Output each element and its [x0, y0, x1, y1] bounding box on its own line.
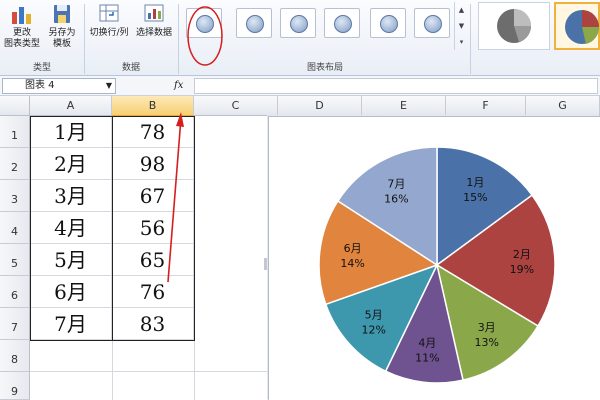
pie-chart: 1月 15% 2月 19% 3月 13% 4月 11% 5月 12% 6月 14% 7月 16%	[318, 146, 556, 384]
cell-value[interactable]: 83	[112, 308, 194, 340]
row-header[interactable]: 8	[0, 340, 30, 372]
select-data-label: 选择数据	[135, 28, 172, 38]
chart-layout-5[interactable]	[370, 8, 406, 38]
cell-month[interactable]: 2月	[30, 148, 112, 180]
layout-gallery-scroll[interactable]: ▲ ▼ ▾	[454, 2, 468, 50]
slice-category-label: 3月	[478, 321, 496, 334]
slice-category-label: 1月	[466, 176, 484, 189]
pie-style-color-icon	[565, 10, 600, 44]
slice-percent-label: 14%	[340, 257, 364, 270]
slice-category-label: 5月	[365, 309, 383, 322]
chart-type-icon	[9, 2, 35, 26]
name-box-value: 图表 4	[25, 80, 55, 91]
switch-row-column-icon	[96, 2, 122, 26]
ribbon-separator	[470, 4, 471, 74]
pie-chart-area[interactable]: 1月 15% 2月 19% 3月 13% 4月 11% 5月 12% 6月 14% 7月 16%	[268, 116, 600, 400]
column-header-e[interactable]: E	[362, 96, 446, 116]
pie-layout-icon	[380, 15, 398, 33]
cell-value[interactable]: 98	[112, 148, 194, 180]
row-header[interactable]: 4	[0, 212, 30, 244]
chart-layout-1[interactable]	[186, 8, 222, 38]
cell-month[interactable]: 3月	[30, 180, 112, 212]
row-header[interactable]: 2	[0, 148, 30, 180]
save-template-icon	[49, 2, 75, 26]
scroll-up-icon[interactable]: ▲	[455, 2, 468, 18]
column-header-g[interactable]: G	[526, 96, 600, 116]
ribbon-separator	[178, 4, 179, 74]
cell-month[interactable]: 1月	[30, 116, 112, 148]
change-chart-type-label-2: 图表类型	[3, 39, 40, 49]
pie-layout-icon	[196, 15, 214, 33]
group-label-data: 数据	[121, 63, 140, 73]
grid-line	[30, 371, 268, 372]
column-header-c[interactable]: C	[194, 96, 278, 116]
chart-layout-4[interactable]	[324, 8, 360, 38]
formula-input[interactable]	[194, 78, 598, 94]
switch-row-column-button[interactable]: 切换行/列	[86, 2, 132, 39]
cell-month[interactable]: 7月	[30, 308, 112, 340]
slice-category-label: 7月	[387, 177, 405, 190]
save-template-label-2: 模板	[52, 39, 71, 49]
row-header[interactable]: 7	[0, 308, 30, 340]
column-header-f[interactable]: F	[446, 96, 526, 116]
insert-function-icon[interactable]: fx	[174, 78, 183, 94]
slice-percent-label: 16%	[384, 192, 408, 205]
slice-percent-label: 15%	[463, 191, 487, 204]
table-divider	[112, 116, 113, 340]
gallery-more-icon[interactable]: ▾	[455, 34, 468, 50]
group-label-layout: 图表布局	[306, 63, 343, 73]
switch-row-column-label: 切换行/列	[89, 28, 129, 38]
change-chart-type-label-1: 更改	[12, 28, 31, 38]
save-template-label-1: 另存为	[48, 28, 76, 38]
cell-value[interactable]: 65	[112, 244, 194, 276]
chart-layout-2[interactable]	[236, 8, 272, 38]
chart-style-2[interactable]	[554, 2, 600, 50]
cell-value[interactable]: 76	[112, 276, 194, 308]
change-chart-type-button[interactable]: 更改 图表类型	[2, 2, 42, 50]
slice-category-label: 4月	[418, 336, 436, 349]
grid-line	[112, 340, 113, 400]
row-header[interactable]: 6	[0, 276, 30, 308]
column-header-b[interactable]: B	[112, 96, 194, 116]
group-label-type: 类型	[32, 63, 51, 73]
column-header-d[interactable]: D	[278, 96, 362, 116]
select-data-button[interactable]: 选择数据	[132, 2, 176, 39]
chart-layout-3[interactable]	[280, 8, 316, 38]
pie-layout-icon	[334, 15, 352, 33]
ribbon: 更改 图表类型 另存为 模板 类型 切换行/列 选择数据 数据 ▲ ▼ ▾ 图表…	[0, 0, 600, 76]
pie-layout-icon	[424, 15, 442, 33]
slice-percent-label: 19%	[510, 263, 534, 276]
slice-percent-label: 13%	[474, 336, 498, 349]
cell-month[interactable]: 6月	[30, 276, 112, 308]
slice-category-label: 6月	[344, 242, 362, 255]
column-header-a[interactable]: A	[30, 96, 112, 116]
slice-category-label: 2月	[513, 248, 531, 261]
cell-value[interactable]: 67	[112, 180, 194, 212]
cell-month[interactable]: 5月	[30, 244, 112, 276]
chart-style-1[interactable]	[478, 2, 550, 50]
row-header[interactable]: 5	[0, 244, 30, 276]
select-data-icon	[141, 2, 167, 26]
slice-percent-label: 11%	[415, 351, 439, 364]
pie-style-gray-icon	[497, 9, 531, 43]
name-box[interactable]: 图表 4 ▼	[2, 78, 116, 94]
row-header[interactable]: 9	[0, 372, 30, 400]
grid-line	[194, 116, 195, 400]
pie-layout-icon	[246, 15, 264, 33]
fx-area: fx	[120, 78, 190, 94]
name-box-dropdown-icon[interactable]: ▼	[106, 79, 112, 93]
row-header[interactable]: 1	[0, 116, 30, 148]
save-as-template-button[interactable]: 另存为 模板	[44, 2, 80, 50]
formula-bar: 图表 4 ▼ fx	[0, 76, 600, 96]
cell-value[interactable]: 56	[112, 212, 194, 244]
chart-layout-6[interactable]	[414, 8, 450, 38]
slice-percent-label: 12%	[361, 324, 385, 337]
pie-layout-icon	[290, 15, 308, 33]
cell-value[interactable]: 78	[112, 116, 194, 148]
row-header[interactable]: 3	[0, 180, 30, 212]
cell-month[interactable]: 4月	[30, 212, 112, 244]
scroll-down-icon[interactable]: ▼	[455, 18, 468, 34]
select-all-corner[interactable]	[0, 96, 30, 116]
